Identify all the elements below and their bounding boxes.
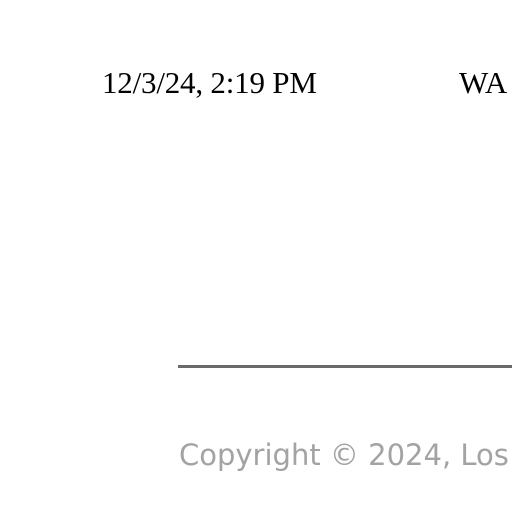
- print-timestamp: 12/3/24, 2:19 PM: [102, 65, 317, 100]
- print-page-title: WA: [459, 65, 508, 100]
- footer-copyright: Copyright © 2024, Los: [179, 438, 509, 472]
- footer-divider: [178, 365, 512, 368]
- print-header: 12/3/24, 2:19 PM WA: [0, 60, 512, 106]
